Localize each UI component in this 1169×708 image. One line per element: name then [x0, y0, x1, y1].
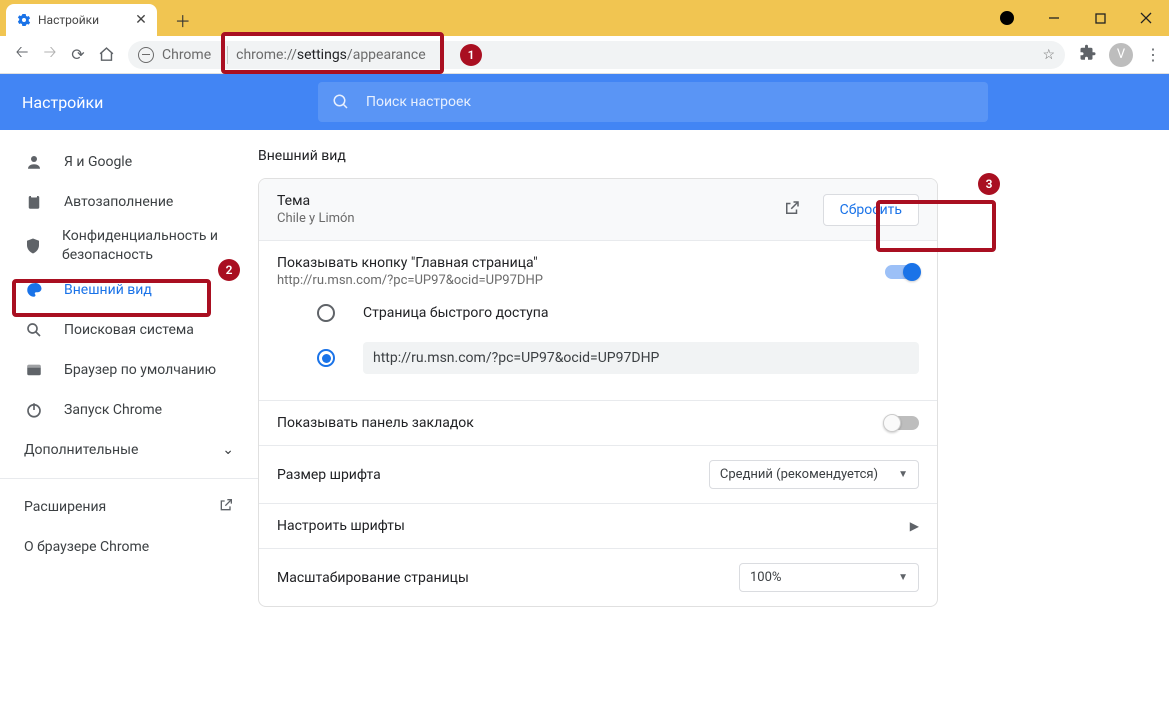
divider: [0, 478, 258, 479]
new-tab-button[interactable]: ＋: [169, 6, 197, 34]
annotation-callout-3: 3: [978, 173, 1000, 195]
select-value: 100%: [750, 570, 781, 585]
search-icon: [332, 93, 350, 111]
browser-icon: [24, 361, 44, 379]
section-heading: Внешний вид: [258, 148, 938, 164]
chevron-down-icon: ⌄: [222, 442, 234, 458]
bookmarks-label: Показывать панель закладок: [277, 415, 885, 431]
home-button-title: Показывать кнопку "Главная страница": [277, 255, 885, 271]
theme-name: Chile y Limón: [277, 211, 783, 226]
home-button-row: Показывать кнопку "Главная страница" htt…: [259, 241, 937, 294]
sidebar-item-autofill[interactable]: Автозаполнение: [0, 182, 258, 222]
extensions-icon[interactable]: [1079, 44, 1097, 66]
settings-search[interactable]: Поиск настроек: [318, 82, 988, 122]
sidebar-item-label: Браузер по умолчанию: [64, 362, 216, 378]
radio-selected[interactable]: [317, 349, 335, 367]
window-titlebar: Настройки ✕ ＋: [0, 0, 1169, 36]
back-button[interactable]: 🡠: [8, 41, 36, 69]
extensions-label: Расширения: [24, 499, 106, 515]
security-indicator-icon[interactable]: [993, 4, 1021, 32]
home-option-url[interactable]: http://ru.msn.com/?pc=UP97&ocid=UP97DHP: [317, 332, 919, 384]
palette-icon: [24, 281, 44, 299]
customize-fonts-row[interactable]: Настроить шрифты ▶: [259, 504, 937, 549]
sidebar-about[interactable]: О браузере Chrome: [0, 527, 258, 567]
power-icon: [24, 401, 44, 419]
sidebar-item-label: Запуск Chrome: [64, 402, 162, 418]
gear-icon: [16, 12, 32, 28]
font-size-row: Размер шрифта Средний (рекомендуется) ▼: [259, 446, 937, 504]
bookmark-star-icon[interactable]: ☆: [1042, 47, 1055, 63]
font-size-label: Размер шрифта: [277, 467, 709, 483]
profile-avatar[interactable]: V: [1109, 43, 1133, 67]
home-url-input[interactable]: http://ru.msn.com/?pc=UP97&ocid=UP97DHP: [363, 342, 919, 374]
sidebar-extensions[interactable]: Расширения: [0, 487, 258, 527]
address-bar[interactable]: Chrome chrome://settings/appearance ☆: [128, 41, 1065, 69]
window-controls: [993, 4, 1169, 32]
reload-button[interactable]: ⟳: [64, 41, 92, 69]
customize-fonts-label: Настроить шрифты: [277, 518, 910, 534]
home-button-toggle[interactable]: [885, 265, 919, 279]
maximize-button[interactable]: [1077, 4, 1123, 32]
settings-header: Настройки Поиск настроек: [0, 74, 1169, 130]
url-host: settings: [297, 47, 347, 63]
page-zoom-row: Масштабирование страницы 100% ▼: [259, 549, 937, 606]
settings-title: Настройки: [0, 93, 318, 112]
reset-theme-button[interactable]: Сбросить: [823, 194, 919, 226]
search-icon: [24, 321, 44, 339]
home-button[interactable]: [92, 41, 120, 69]
shield-icon: [24, 237, 42, 255]
chevron-down-icon: ▼: [898, 469, 908, 480]
advanced-label: Дополнительные: [24, 442, 138, 458]
sidebar-advanced[interactable]: Дополнительные ⌄: [0, 430, 258, 470]
theme-title: Тема: [277, 193, 783, 209]
select-value: Средний (рекомендуется): [720, 467, 878, 482]
about-label: О браузере Chrome: [24, 539, 149, 555]
minimize-button[interactable]: [1031, 4, 1077, 32]
site-info-icon[interactable]: [138, 47, 154, 63]
menu-icon[interactable]: ⋮: [1145, 45, 1161, 64]
sidebar-item-label: Я и Google: [64, 154, 132, 170]
browser-tab[interactable]: Настройки ✕: [6, 4, 157, 36]
option-label: Страница быстрого доступа: [363, 305, 548, 321]
theme-row[interactable]: Тема Chile y Limón Сбросить: [259, 179, 937, 241]
person-icon: [24, 153, 44, 171]
chevron-right-icon: ▶: [910, 519, 919, 533]
annotation-callout-2: 2: [218, 259, 240, 281]
home-options: Страница быстрого доступа http://ru.msn.…: [259, 294, 937, 401]
sidebar-item-default-browser[interactable]: Браузер по умолчанию: [0, 350, 258, 390]
sidebar-item-on-startup[interactable]: Запуск Chrome: [0, 390, 258, 430]
sidebar-item-label: Автозаполнение: [64, 194, 173, 210]
appearance-card: Тема Chile y Limón Сбросить Показывать к…: [258, 178, 938, 607]
bookmarks-bar-row: Показывать панель закладок: [259, 401, 937, 446]
browser-toolbar: 🡠 🡢 ⟳ Chrome chrome://settings/appearanc…: [0, 36, 1169, 74]
close-window-button[interactable]: [1123, 4, 1169, 32]
open-external-icon: [218, 497, 234, 517]
page-zoom-select[interactable]: 100% ▼: [739, 563, 919, 592]
zoom-label: Масштабирование страницы: [277, 570, 739, 586]
tab-title: Настройки: [38, 13, 99, 27]
sidebar-item-label: Внешний вид: [64, 282, 152, 298]
radio-unselected[interactable]: [317, 304, 335, 322]
omnibox-chip: Chrome: [162, 47, 211, 63]
url-path: /appearance: [347, 47, 426, 63]
sidebar-item-you-and-google[interactable]: Я и Google: [0, 142, 258, 182]
annotation-callout-1: 1: [460, 44, 482, 66]
forward-button[interactable]: 🡢: [36, 41, 64, 69]
sidebar-item-label: Поисковая система: [64, 322, 194, 338]
open-external-icon[interactable]: [783, 199, 803, 221]
home-option-quick[interactable]: Страница быстрого доступа: [317, 294, 919, 332]
clipboard-icon: [24, 193, 44, 211]
home-button-sub: http://ru.msn.com/?pc=UP97&ocid=UP97DHP: [277, 273, 885, 288]
font-size-select[interactable]: Средний (рекомендуется) ▼: [709, 460, 919, 489]
bookmarks-toggle[interactable]: [885, 416, 919, 430]
sidebar-item-search-engine[interactable]: Поисковая система: [0, 310, 258, 350]
chevron-down-icon: ▼: [898, 572, 908, 583]
settings-main: Внешний вид Тема Chile y Limón Сбросить …: [258, 130, 1169, 708]
settings-sidebar: Я и Google Автозаполнение Конфиденциальн…: [0, 130, 258, 708]
search-placeholder: Поиск настроек: [366, 94, 471, 110]
close-tab-icon[interactable]: ✕: [135, 12, 147, 28]
url-protocol: chrome://: [236, 47, 297, 63]
